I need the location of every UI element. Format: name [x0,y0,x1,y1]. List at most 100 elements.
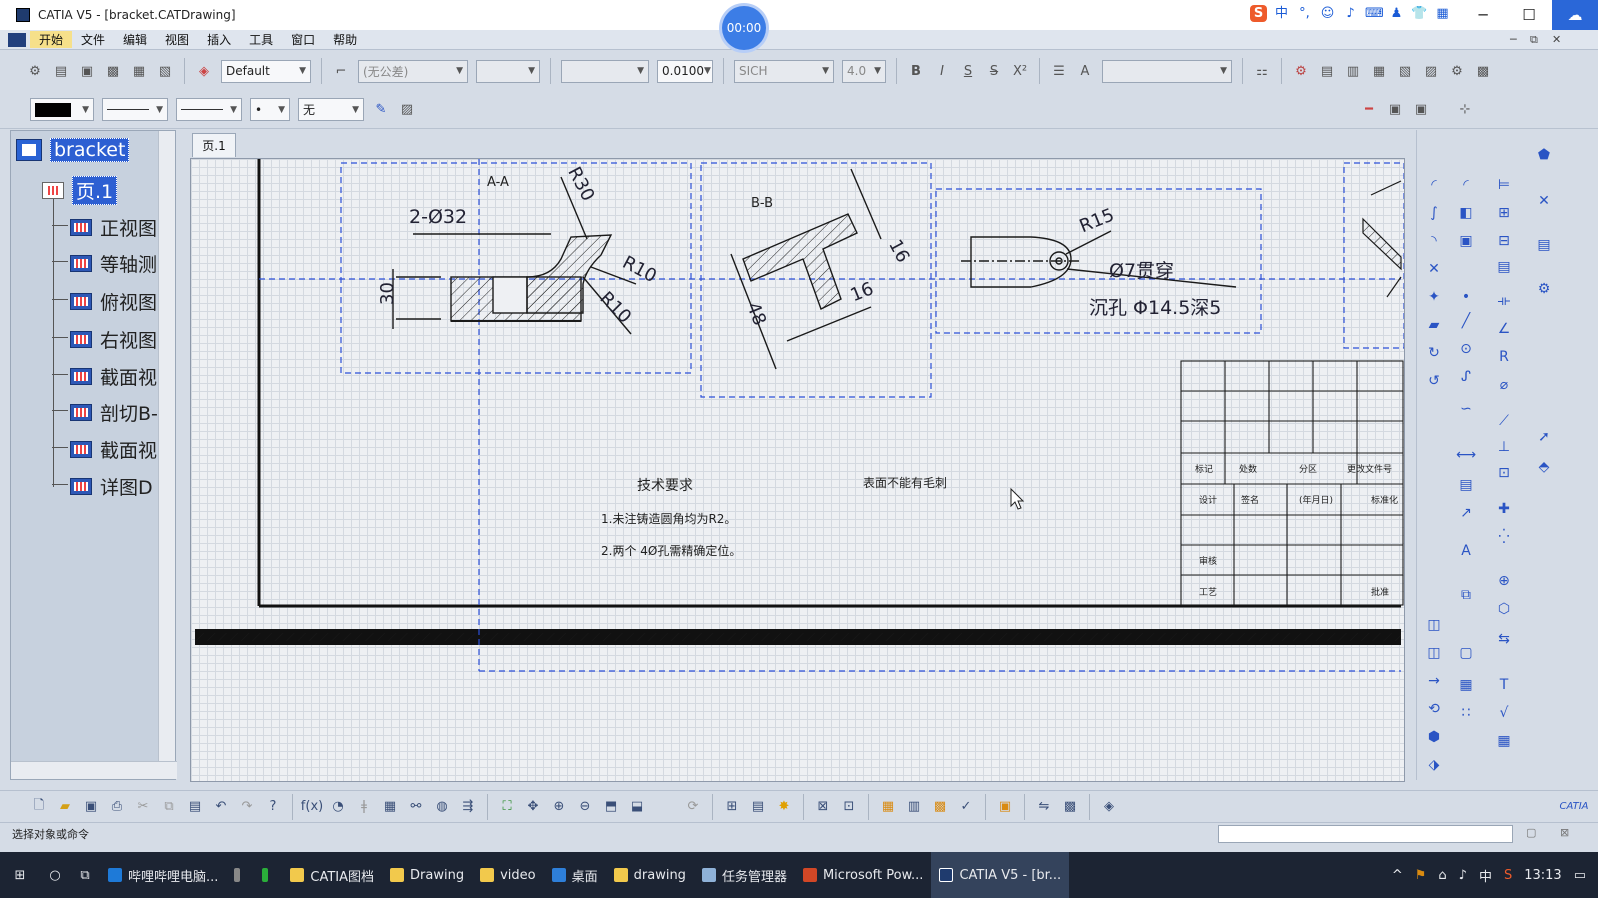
wechat-icon[interactable] [254,852,282,898]
tree-view-6[interactable]: 截面视 [52,436,157,463]
style-combo[interactable]: Default ▼ [221,59,311,83]
line-icon[interactable]: ╱ [1455,310,1477,332]
ime-user-icon[interactable]: ♟ [1388,5,1405,22]
dimension-edit-icon[interactable]: ▤ [1455,474,1477,496]
section-aa-geometry[interactable] [392,176,637,335]
ime-punct-icon[interactable]: °, [1296,5,1313,22]
dim-chamfer-icon[interactable]: ⟋ [1493,410,1515,432]
taskbar-app-icon[interactable] [226,852,254,898]
tree-view-1[interactable]: 等轴测 [52,250,157,277]
dim-chain-icon[interactable]: ⊨ [1493,174,1515,196]
menu-insert[interactable]: 插入 [198,31,240,48]
symmetry-icon[interactable]: ↺ [1423,370,1445,392]
copy-icon[interactable]: ⧉ [158,796,180,818]
trim-icon[interactable]: ✕ [1423,258,1445,280]
dim-stack-icon[interactable]: ⊞ [1493,202,1515,224]
frame-title-icon[interactable]: ▣ [994,796,1016,818]
dimension-16-a[interactable]: 16 [884,236,913,266]
eraser-icon[interactable]: ▰ [1423,314,1445,336]
notification-icon[interactable]: ▭ [1574,868,1586,883]
counterbore-callout[interactable]: 沉孔 Φ14.5深5 [1089,297,1221,319]
translate-icon[interactable]: → [1423,670,1445,692]
text-tool-icon[interactable]: T [1493,674,1515,696]
taskbar-item-6[interactable]: 任务管理器 [694,852,795,898]
table-view-icon[interactable]: ▢ [1455,642,1477,664]
profile-icon[interactable]: ᔑ [1455,366,1477,388]
zoom-out-icon[interactable]: ⊖ [574,796,596,818]
rotate-view-icon[interactable]: ⟲ [1423,698,1445,720]
tree-view-5[interactable]: 剖切B- [52,399,158,426]
info-icon[interactable]: ǂ [353,796,375,818]
font-size-combo[interactable]: 4.0 ▼ [842,59,886,83]
open-folder-icon[interactable]: ▰ [54,796,76,818]
clock[interactable]: 13:13 [1524,868,1561,883]
normal-view-icon[interactable]: ⬓ [626,796,648,818]
tree-view-4[interactable]: 截面视 [52,363,157,390]
circle-icon[interactable]: ⊙ [1455,338,1477,360]
tree-horizontal-scrollbar[interactable] [11,761,177,779]
dimension-r10-b[interactable]: R10 [595,288,635,328]
redo-icon[interactable]: ↷ [236,796,258,818]
mdi-restore-button[interactable]: ⧉ [1530,33,1538,47]
menu-start[interactable]: 开始 [30,31,73,48]
menu-file[interactable]: 文件 [72,31,114,48]
spline-icon[interactable]: ∫ [1423,202,1445,224]
mirror-icon[interactable]: ◫ [1423,614,1445,636]
menu-tools[interactable]: 工具 [240,31,282,48]
taskbar-item-3[interactable]: video [472,852,544,898]
mirror-b-icon[interactable]: ◫ [1423,642,1445,664]
numeric-format-combo[interactable]: ▼ [561,59,649,83]
catalog-icon[interactable]: ▥ [1342,60,1364,82]
zoom-area-icon[interactable]: ⬒ [600,796,622,818]
pdf-export-icon[interactable]: ▤ [1533,234,1555,256]
minimize-button[interactable]: ─ [1460,0,1506,30]
surface-symbol-icon[interactable]: √ [1493,702,1515,724]
color-combo[interactable]: ▼ [30,98,94,121]
formula-icon[interactable]: f(x) [301,796,323,818]
bold-button[interactable]: B [905,60,927,82]
taskbar-item-0[interactable]: 哔哩哔哩电脑... [100,852,226,898]
relations-icon[interactable]: ⇶ [457,796,479,818]
close-view-icon[interactable]: ✕ [1533,190,1555,212]
table-insert-icon[interactable]: ▦ [1493,730,1515,752]
style-icon[interactable]: ◈ [193,60,215,82]
measure-icon[interactable]: ▧ [1394,60,1416,82]
strikethrough-button[interactable]: S [983,60,1005,82]
save-icon[interactable]: ▣ [80,796,102,818]
tech-requirement-1[interactable]: 1.未注铸造圆角均为R2。 [601,511,736,526]
cross-table-icon[interactable]: ▦ [877,796,899,818]
design-table-icon[interactable]: ▦ [379,796,401,818]
update-view-icon[interactable]: ⬟ [1533,144,1555,166]
macro-icon[interactable]: ⚙ [1446,60,1468,82]
dim-cumulate-icon[interactable]: ⊟ [1493,230,1515,252]
dress-up-icon[interactable]: ━ [1358,99,1380,121]
refresh-icon[interactable]: ⟳ [682,796,704,818]
view-from-3d-icon[interactable]: ◜ [1455,174,1477,196]
copy-object-icon[interactable]: ⧉ [1455,584,1477,606]
update-icon[interactable]: ▤ [1316,60,1338,82]
snap-point-icon[interactable]: ⊠ [812,796,834,818]
properties-icon[interactable]: ⚙ [24,60,46,82]
snap-icon[interactable]: ▦ [128,60,150,82]
drawing-sheet[interactable]: A-A 2-Ø32 R30 R10 R10 30 B-B 16 16 48 R1… [191,159,1405,782]
dim-angle-icon[interactable]: ∠ [1493,318,1515,340]
axis-icon[interactable]: ⊕ [1493,570,1515,592]
tray-app-icon[interactable]: ⚑ [1415,868,1427,883]
table-icon[interactable]: ▦ [1455,674,1477,696]
precision-combo[interactable]: 0.0100 ▼ [657,59,713,83]
dimension-r10-a[interactable]: R10 [619,252,660,287]
task-view-icon[interactable]: ⧉ [70,852,100,898]
law-icon[interactable]: ⚯ [405,796,427,818]
filter-icon[interactable]: ▥ [903,796,925,818]
view-icon[interactable]: ▣ [76,60,98,82]
hide-show-icon[interactable]: ⇋ [1033,796,1055,818]
curve-icon[interactable]: ◝ [1423,230,1445,252]
select-arrow-icon[interactable]: ➚ [1533,426,1555,448]
dim-length-icon[interactable]: ⟛ [1493,290,1515,312]
ime-emoji-icon[interactable]: ☺ [1319,5,1336,22]
projection-view-icon[interactable]: ◧ [1455,202,1477,224]
new-file-icon[interactable]: 🗋 [28,796,50,818]
tech-requirement-2[interactable]: 2.两个 4Ø孔需精确定位。 [601,543,741,558]
catia-menu-icon[interactable] [8,32,26,47]
sheet-icon[interactable]: ▤ [50,60,72,82]
